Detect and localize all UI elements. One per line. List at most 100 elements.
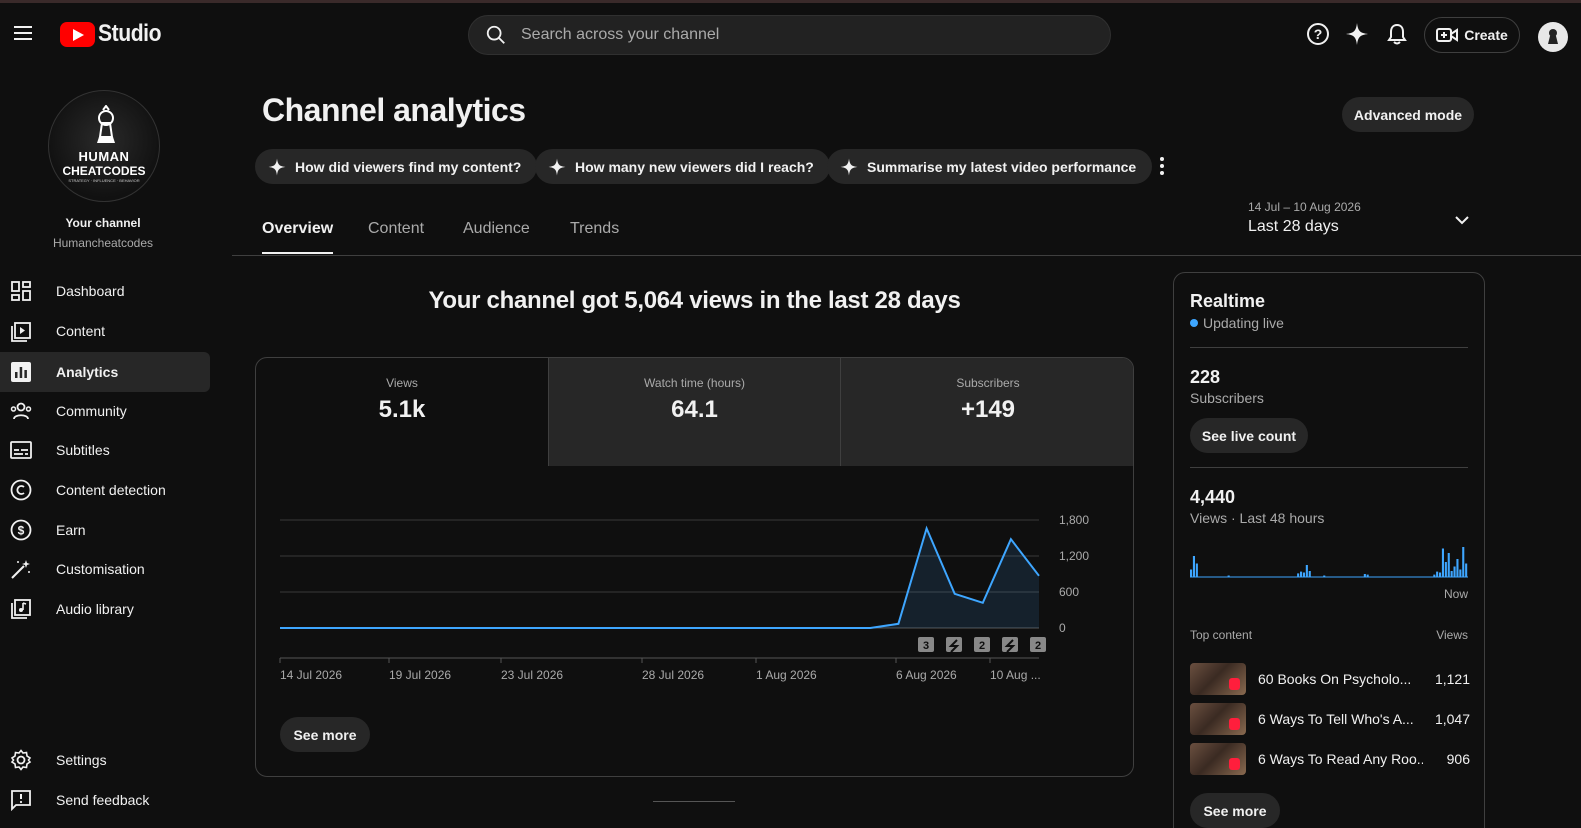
views-area xyxy=(280,528,1039,628)
realtime-bar xyxy=(1363,574,1366,577)
realtime-bar xyxy=(1192,556,1195,577)
chart-see-more-button[interactable]: See more xyxy=(280,717,370,752)
notifications-bell-icon[interactable] xyxy=(1384,21,1410,47)
video-views: 906 xyxy=(1446,751,1470,767)
tab-trends[interactable]: Trends xyxy=(570,220,619,252)
date-range-dates: 14 Jul – 10 Aug 2026 xyxy=(1248,200,1361,214)
realtime-bar xyxy=(1302,572,1305,577)
tabs-divider xyxy=(232,255,1581,256)
svg-text:$: $ xyxy=(18,524,25,538)
date-range-picker[interactable]: 14 Jul – 10 Aug 2026 Last 28 days xyxy=(1248,200,1476,242)
sparkle-icon xyxy=(268,158,286,175)
x-tick-label: 14 Jul 2026 xyxy=(280,668,342,682)
ask-chip-summarise[interactable]: Summarise my latest video performance xyxy=(827,149,1153,184)
sidebar-item-content-detection[interactable]: Content detection xyxy=(0,470,210,510)
chip-label: How did viewers find my content? xyxy=(295,158,522,175)
video-thumbnail xyxy=(1190,743,1246,775)
video-views: 1,121 xyxy=(1434,671,1470,687)
realtime-bar xyxy=(1453,566,1456,577)
realtime-divider xyxy=(1190,347,1468,348)
video-views: 1,047 xyxy=(1434,711,1470,727)
realtime-card: Realtime Updating live 228 Subscribers S… xyxy=(1173,272,1485,828)
realtime-title: Realtime xyxy=(1190,291,1266,311)
realtime-subscribers-value: 228 xyxy=(1190,367,1221,387)
realtime-bar xyxy=(1300,571,1303,577)
audio-library-icon xyxy=(11,599,31,619)
metric-title: Views xyxy=(386,376,418,390)
realtime-bar xyxy=(1323,575,1326,577)
top-content-see-more-button[interactable]: See more xyxy=(1190,793,1280,828)
tab-overview[interactable]: Overview xyxy=(262,220,334,254)
realtime-live-label: Updating live xyxy=(1203,315,1284,331)
top-content-views-header: Views xyxy=(1436,628,1468,642)
metric-subscribers[interactable]: Subscribers +149 xyxy=(840,358,1133,466)
dashboard-icon xyxy=(11,281,31,301)
sidebar-item-content[interactable]: Content xyxy=(0,311,210,351)
sidebar-item-community[interactable]: Community xyxy=(0,391,210,431)
sidebar-item-audio-library[interactable]: Audio library xyxy=(0,589,210,629)
tab-audience[interactable]: Audience xyxy=(463,220,530,252)
logo-text: Studio xyxy=(98,20,162,47)
channel-logo-icon xyxy=(1548,29,1558,44)
your-channel-label[interactable]: Your channel xyxy=(0,216,206,230)
channel-avatar[interactable]: HUMAN CHEATCODES STRATEGY · INFLUENCE · … xyxy=(48,90,160,202)
sidebar-item-settings[interactable]: Settings xyxy=(0,740,210,780)
sidebar-item-earn[interactable]: $ Earn xyxy=(0,510,210,550)
search-input[interactable] xyxy=(521,26,1061,44)
svg-text:?: ? xyxy=(1314,26,1323,42)
top-content-item[interactable]: 6 Ways To Tell Who's A... 1,047 xyxy=(1190,703,1470,735)
realtime-views-value: 4,440 xyxy=(1190,487,1236,507)
search-bar[interactable] xyxy=(468,15,1111,55)
advanced-mode-button[interactable]: Advanced mode xyxy=(1342,97,1474,132)
menu-icon[interactable] xyxy=(10,22,36,48)
see-live-count-button[interactable]: See live count xyxy=(1190,418,1308,453)
sidebar-item-label: Subtitles xyxy=(56,442,110,458)
sparkle-icon[interactable] xyxy=(1344,21,1370,47)
more-options-icon[interactable] xyxy=(1152,153,1172,179)
y-tick-label: 0 xyxy=(1059,621,1066,635)
sidebar-item-subtitles[interactable]: Subtitles xyxy=(0,430,210,470)
top-content-item[interactable]: 6 Ways To Read Any Roo... 906 xyxy=(1190,743,1470,775)
account-avatar[interactable] xyxy=(1538,22,1568,52)
sidebar-item-analytics[interactable]: Analytics xyxy=(0,352,210,392)
youtube-play-icon xyxy=(60,21,95,47)
ask-chip-new-viewers[interactable]: How many new viewers did I reach? xyxy=(535,149,830,184)
sidebar-item-customisation[interactable]: Customisation xyxy=(0,549,210,589)
realtime-bar xyxy=(1305,565,1308,577)
create-video-icon xyxy=(1436,28,1459,42)
metric-views[interactable]: Views 5.1k xyxy=(256,358,548,466)
video-thumbnail xyxy=(1190,663,1246,695)
tab-content[interactable]: Content xyxy=(368,220,424,252)
y-tick-label: 1,800 xyxy=(1059,513,1089,527)
sidebar-item-label: Content xyxy=(56,323,106,339)
feedback-label: Send feedback xyxy=(56,792,150,808)
community-icon xyxy=(10,402,32,420)
x-tick-label: 23 Jul 2026 xyxy=(501,668,563,682)
metric-title: Watch time (hours) xyxy=(644,376,745,390)
realtime-bar xyxy=(1308,571,1311,577)
studio-logo[interactable]: Studio xyxy=(60,20,170,48)
sidebar-item-label: Audio library xyxy=(56,601,134,617)
sidebar-item-send-feedback[interactable]: Send feedback xyxy=(0,780,210,820)
create-button[interactable]: Create xyxy=(1424,17,1520,53)
marker-count-label: 3 xyxy=(923,640,929,652)
bottom-divider xyxy=(653,801,735,802)
chess-head-icon xyxy=(97,105,115,143)
y-tick-label: 600 xyxy=(1059,585,1079,599)
realtime-bar xyxy=(1462,547,1465,577)
realtime-bar xyxy=(1447,553,1450,577)
sidebar-item-dashboard[interactable]: Dashboard xyxy=(0,271,210,311)
sparkle-icon xyxy=(548,158,566,175)
video-title: 60 Books On Psycholo... xyxy=(1258,671,1412,687)
top-content-item[interactable]: 60 Books On Psycholo... 1,121 xyxy=(1190,663,1470,695)
realtime-bar xyxy=(1439,572,1442,577)
realtime-bar xyxy=(1297,573,1300,577)
help-icon[interactable]: ? xyxy=(1305,21,1331,47)
channel-handle: Humancheatcodes xyxy=(52,236,154,250)
metric-watch-time[interactable]: Watch time (hours) 64.1 xyxy=(548,358,840,466)
x-tick-label: 28 Jul 2026 xyxy=(642,668,704,682)
ask-chip-viewers-find[interactable]: How did viewers find my content? xyxy=(255,149,538,184)
gear-icon xyxy=(10,749,32,771)
copyright-icon xyxy=(10,479,32,501)
realtime-bar xyxy=(1366,574,1369,577)
